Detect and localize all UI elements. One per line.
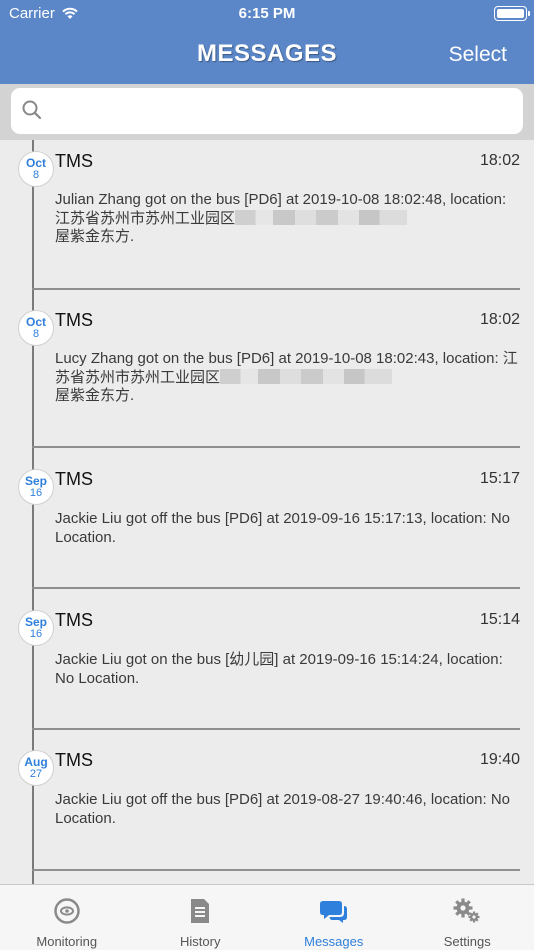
status-bar: Carrier 6:15 PM — [0, 0, 534, 28]
date-day: 8 — [32, 328, 40, 340]
message-text-end: 屋紫金东方. — [55, 228, 135, 245]
history-icon — [191, 899, 210, 923]
message-sender: TMS — [55, 750, 93, 770]
separator — [32, 728, 520, 730]
message-text: Jackie Liu got on the bus [幼儿园] at 2019-… — [55, 651, 503, 687]
tab-label: Messages — [304, 934, 364, 949]
message-text-end: 屋紫金东方. — [55, 387, 135, 404]
date-day: 8 — [32, 169, 40, 181]
tab-label: Monitoring — [36, 934, 98, 949]
date-month: Aug — [24, 755, 48, 769]
message-time: 18:02 — [479, 152, 520, 169]
status-time: 6:15 PM — [238, 5, 296, 22]
message-item[interactable]: Sep 16 TMS 15:17 Jackie Liu got off the … — [0, 458, 534, 590]
redacted-location — [220, 368, 393, 384]
message-list[interactable]: Oct 8 TMS 18:02 Julian Zhang got on the … — [0, 140, 534, 884]
message-time: 15:17 — [479, 470, 520, 487]
date-badge: Oct 8 — [18, 310, 54, 346]
date-day: 16 — [29, 487, 43, 499]
date-month: Sep — [24, 615, 47, 629]
message-text: Jackie Liu got off the bus [PD6] at 2019… — [55, 791, 511, 827]
message-sender: TMS — [55, 310, 93, 330]
date-badge: Oct 8 — [18, 151, 54, 187]
message-text: Jackie Liu got off the bus [PD6] at 2019… — [55, 510, 511, 546]
redacted-location — [235, 209, 408, 225]
message-body: Jackie Liu got on the bus [幼儿园] at 2019-… — [55, 651, 525, 688]
message-body: Jackie Liu got off the bus [PD6] at 2019… — [55, 791, 525, 828]
tab-monitoring[interactable]: Monitoring — [0, 885, 134, 950]
message-body: Lucy Zhang got on the bus [PD6] at 2019-… — [55, 350, 525, 406]
battery-icon — [494, 6, 530, 21]
tab-bar: Monitoring History Messages Settings — [0, 884, 534, 950]
monitoring-icon — [54, 898, 80, 924]
search-input[interactable] — [11, 88, 523, 134]
message-time: 19:40 — [479, 751, 520, 768]
message-sender: TMS — [55, 610, 93, 630]
date-month: Oct — [25, 156, 46, 170]
tab-label: Settings — [443, 934, 491, 949]
date-badge: Sep 16 — [18, 610, 54, 646]
messages-icon — [319, 901, 347, 923]
message-item[interactable]: Oct 8 TMS 18:02 Julian Zhang got on the … — [0, 140, 534, 292]
date-day: 16 — [29, 628, 43, 640]
date-badge: Sep 16 — [18, 469, 54, 505]
date-month: Sep — [24, 474, 47, 488]
search-bar — [0, 84, 534, 140]
tab-messages[interactable]: Messages — [267, 885, 401, 950]
message-sender: TMS — [55, 469, 93, 489]
tab-label: History — [180, 934, 221, 949]
message-item[interactable]: Aug 27 TMS 19:40 Jackie Liu got off the … — [0, 739, 534, 879]
message-time: 18:02 — [479, 311, 520, 328]
message-sender: TMS — [55, 151, 93, 171]
date-month: Oct — [25, 315, 46, 329]
select-button[interactable]: Select — [449, 43, 507, 67]
message-body: Julian Zhang got on the bus [PD6] at 201… — [55, 191, 525, 247]
tab-settings[interactable]: Settings — [401, 885, 534, 950]
message-time: 15:14 — [479, 611, 520, 628]
message-item[interactable]: Oct 8 TMS 18:02 Lucy Zhang got on the bu… — [0, 299, 534, 451]
search-icon — [22, 100, 42, 120]
separator — [32, 869, 520, 871]
message-body: Jackie Liu got off the bus [PD6] at 2019… — [55, 510, 525, 547]
separator — [32, 446, 520, 448]
settings-icon — [453, 898, 480, 923]
message-item[interactable]: Sep 16 TMS 15:14 Jackie Liu got on the b… — [0, 599, 534, 731]
date-day: 27 — [29, 768, 43, 780]
tab-history[interactable]: History — [134, 885, 268, 950]
navigation-bar: MESSAGES Select — [0, 28, 534, 84]
separator — [32, 288, 520, 290]
separator — [32, 587, 520, 589]
date-badge: Aug 27 — [18, 750, 54, 786]
